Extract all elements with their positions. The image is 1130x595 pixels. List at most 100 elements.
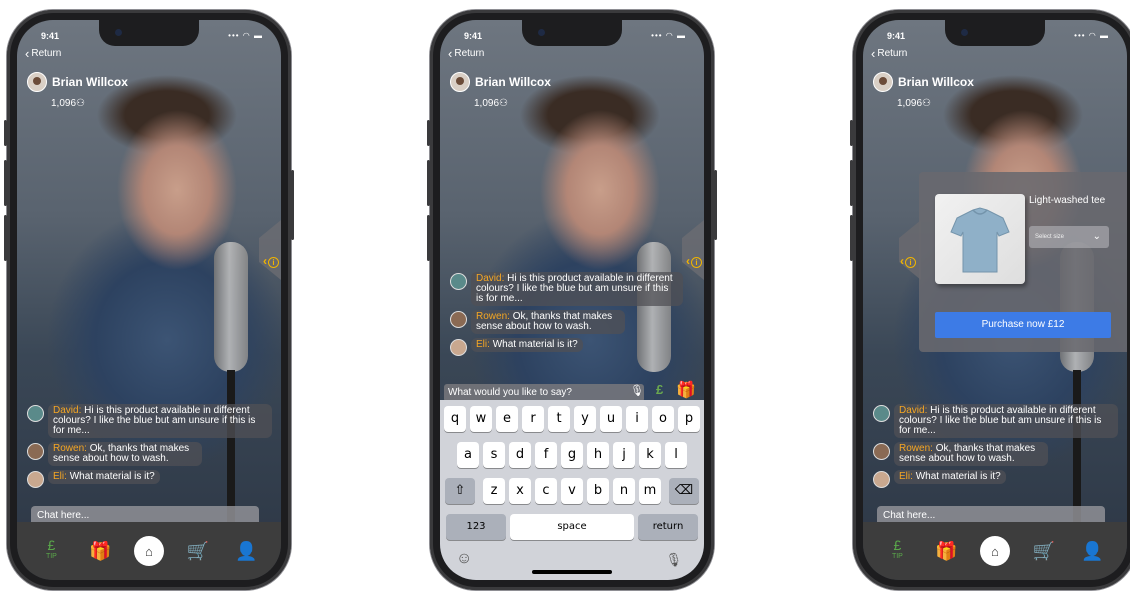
chat-message: David: Hi is this product available in d… [450, 272, 683, 306]
product-drawer-tab[interactable] [682, 220, 704, 280]
tip-label: TIP [891, 553, 903, 560]
return-button[interactable]: ‹ Return [448, 47, 485, 60]
key[interactable]: b [587, 478, 609, 504]
key[interactable]: c [535, 478, 557, 504]
chevron-left-icon: ‹ [263, 254, 267, 268]
key[interactable]: q [444, 406, 466, 432]
key[interactable]: r [522, 406, 544, 432]
key[interactable]: m [639, 478, 661, 504]
bottom-nav: £ TIP 🎁 ⌂ 🛒 👤 [863, 522, 1127, 580]
key[interactable]: k [639, 442, 661, 468]
volume-down-button [427, 215, 430, 261]
gift-button[interactable]: 🎁 [931, 536, 961, 566]
key[interactable]: w [470, 406, 492, 432]
space-key[interactable]: space [510, 514, 634, 540]
cart-button[interactable]: 🛒 [1029, 536, 1059, 566]
product-drawer-toggle[interactable]: ‹ i [686, 254, 702, 268]
chat-avatar [873, 471, 890, 488]
chat-text: What material is it? [915, 471, 1001, 482]
status-time: 9:41 [464, 31, 483, 41]
phone-frame-livestream: 9:41 ••• ◠ ▬ ‹ Return Brian Willcox 1,09… [4, 10, 294, 590]
volume-up-button [850, 160, 853, 206]
emoji-icon[interactable]: ☺ [456, 550, 472, 568]
keyboard-row-1: q w e r t y u i o p [440, 406, 704, 432]
key[interactable]: z [483, 478, 505, 504]
keyboard: q w e r t y u i o p a s d f g h j k l ⇧ … [440, 400, 704, 580]
mute-switch [4, 120, 7, 146]
product-drawer-tab[interactable] [899, 220, 921, 280]
streamer-info[interactable]: Brian Willcox [27, 72, 128, 92]
streamer-avatar[interactable] [27, 72, 47, 92]
microphone-icon[interactable]: 🎙 [630, 384, 644, 397]
status-icons: ••• ◠ ▬ [228, 31, 263, 40]
key[interactable]: e [496, 406, 518, 432]
profile-button[interactable]: 👤 [1078, 536, 1108, 566]
gift-button[interactable]: 🎁 [676, 380, 696, 400]
product-drawer-toggle[interactable]: ‹ i [263, 254, 279, 268]
cart-icon: 🛒 [1032, 540, 1055, 561]
key[interactable]: t [548, 406, 570, 432]
notch [522, 20, 622, 46]
streamer-info[interactable]: Brian Willcox [450, 72, 551, 92]
chat-feed: David: Hi is this product available in d… [873, 404, 1118, 492]
pound-icon: £ [893, 537, 902, 553]
key[interactable]: f [535, 442, 557, 468]
home-button[interactable]: ⌂ [979, 536, 1010, 566]
numbers-key[interactable]: 123 [446, 514, 506, 540]
person-icon: ⚇ [76, 98, 85, 109]
key[interactable]: o [652, 406, 674, 432]
key[interactable]: n [613, 478, 635, 504]
key[interactable]: x [509, 478, 531, 504]
product-drawer-tab[interactable] [259, 220, 281, 280]
shift-key[interactable]: ⇧ [445, 478, 475, 504]
product-name: Light-washed tee [1029, 195, 1106, 206]
chat-avatar [27, 405, 44, 422]
tip-button[interactable]: £ TIP [882, 536, 912, 566]
chat-message: Eli: What material is it? [450, 338, 683, 356]
cart-button[interactable]: 🛒 [183, 536, 213, 566]
dictation-mic-icon[interactable]: 🎙 [665, 552, 682, 568]
key[interactable]: y [574, 406, 596, 432]
person-icon: ⚇ [922, 98, 931, 109]
streamer-avatar[interactable] [873, 72, 893, 92]
keyboard-row-4: 123 space return [440, 514, 704, 540]
key[interactable]: p [678, 406, 700, 432]
keyboard-row-3: ⇧ z x c v b n m ⌫ [440, 478, 704, 504]
chat-avatar [873, 443, 890, 460]
key[interactable]: g [561, 442, 583, 468]
gift-button[interactable]: 🎁 [85, 536, 115, 566]
return-label: Return [454, 48, 485, 59]
return-key[interactable]: return [638, 514, 698, 540]
key[interactable]: j [613, 442, 635, 468]
return-button[interactable]: ‹ Return [25, 47, 61, 60]
key[interactable]: u [600, 406, 622, 432]
tip-label: TIP [45, 553, 57, 560]
purchase-button[interactable]: Purchase now £12 [935, 312, 1111, 338]
product-drawer-toggle[interactable]: ‹ i [900, 254, 916, 268]
key[interactable]: l [665, 442, 687, 468]
tip-button[interactable]: £ [656, 382, 663, 397]
phone-frame-keyboard: 9:41 ••• ◠ ▬ ‹ Return Brian Willcox 1,09… [427, 10, 717, 590]
streamer-name: Brian Willcox [52, 75, 128, 89]
key[interactable]: a [457, 442, 479, 468]
key[interactable]: h [587, 442, 609, 468]
chat-user: Eli: [899, 471, 913, 482]
livestream-screen-product: 9:41 ••• ◠ ▬ ‹ Return Brian Willcox 1,09… [863, 20, 1127, 580]
home-button[interactable]: ⌂ [133, 536, 164, 566]
chevron-left-icon: ‹ [686, 254, 690, 268]
home-icon: ⌂ [991, 543, 999, 559]
size-select[interactable]: Select size ⌄ [1029, 226, 1109, 248]
key[interactable]: d [509, 442, 531, 468]
status-icons: ••• ◠ ▬ [1074, 31, 1109, 40]
profile-button[interactable]: 👤 [232, 536, 262, 566]
key[interactable]: v [561, 478, 583, 504]
livestream-screen-typing: 9:41 ••• ◠ ▬ ‹ Return Brian Willcox 1,09… [440, 20, 704, 580]
key[interactable]: s [483, 442, 505, 468]
streamer-avatar[interactable] [450, 72, 470, 92]
key[interactable]: i [626, 406, 648, 432]
streamer-info[interactable]: Brian Willcox [873, 72, 974, 92]
tip-button[interactable]: £ TIP [36, 536, 66, 566]
backspace-key[interactable]: ⌫ [669, 478, 699, 504]
return-button[interactable]: ‹ Return [871, 47, 907, 60]
gift-icon: 🎁 [88, 540, 112, 561]
